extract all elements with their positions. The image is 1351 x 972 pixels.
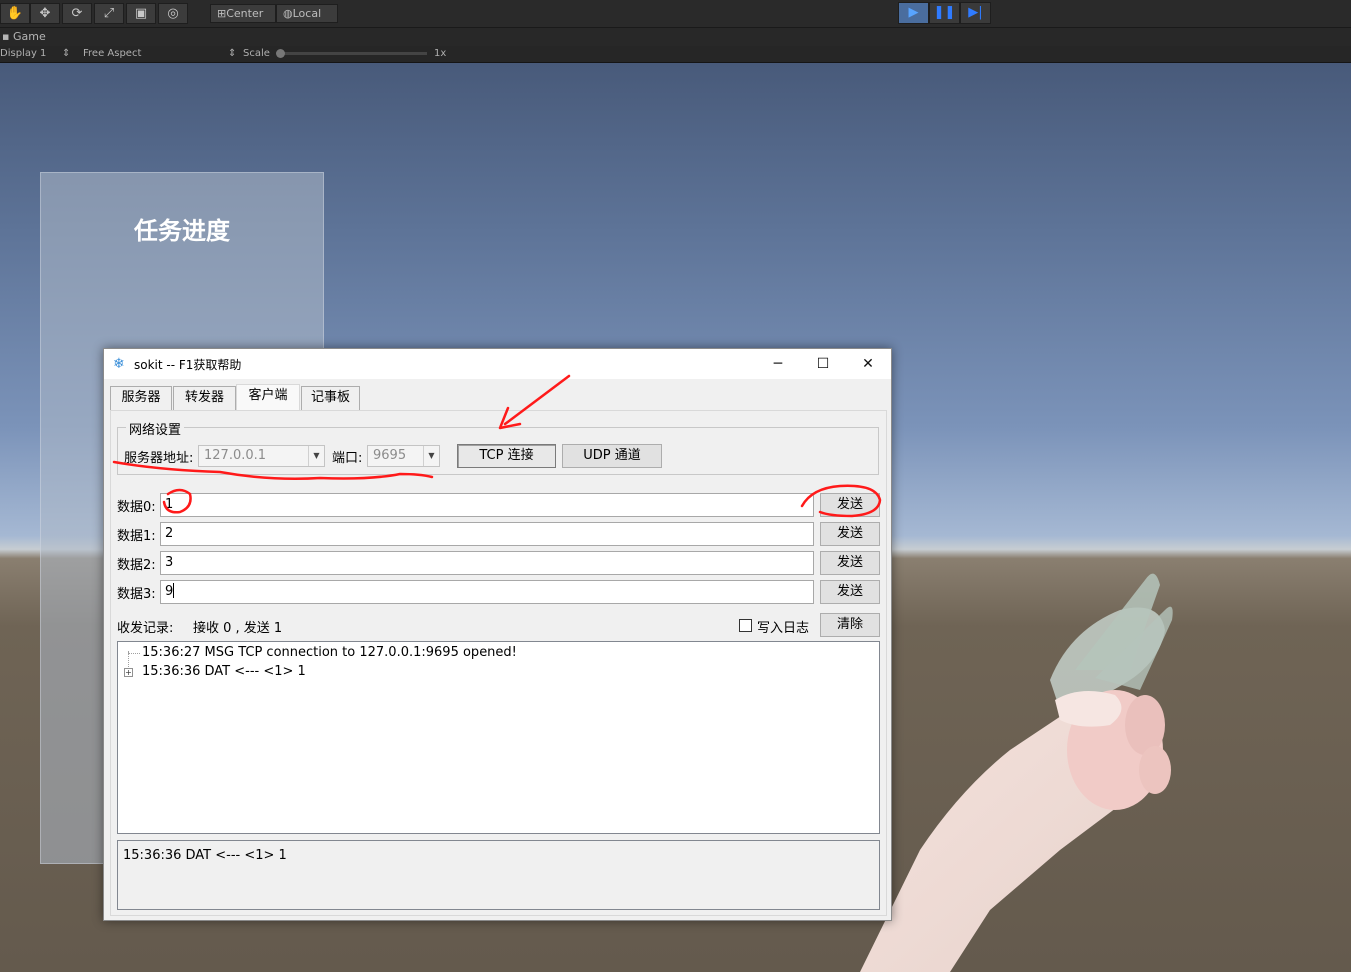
udp-channel-button[interactable]: UDP 通道 [562,444,662,468]
server-address-value: 127.0.0.1 [204,448,267,463]
aspect-dropdown[interactable]: Free Aspect [83,46,141,62]
unity-toolbar: ✋ ✥ ⟳ ⤢ ▣ ◎ ⊞Center ◍Local ▶ ❚❚ ▶| [0,0,1351,28]
tcp-connect-button[interactable]: TCP 连接 [457,444,556,468]
display-dropdown[interactable]: Display 1 [0,46,46,62]
server-address-label: 服务器地址: [124,451,194,466]
window-title: sokit -- F1获取帮助 [134,358,242,372]
scale-slider[interactable] [277,52,427,55]
send2-button[interactable]: 发送 [820,551,880,575]
data2-label: 数据2: [117,558,156,573]
scale-value: 1x [434,48,447,59]
send1-button[interactable]: 发送 [820,522,880,546]
pivot-local-toggle[interactable]: ◍Local [276,4,338,23]
rotate-tool-icon[interactable]: ⟳ [62,3,92,24]
tab-notepad[interactable]: 记事板 [301,386,360,410]
detail-box[interactable]: 15:36:36 DAT <--- <1> 1 [117,840,880,910]
send0-button[interactable]: 发送 [820,493,880,517]
game-tab-icon: ▪ [2,30,10,43]
port-value: 9695 [373,448,407,463]
pivot-center-label: Center [226,7,264,20]
server-address-combo[interactable]: 127.0.0.1 ▼ [198,445,325,467]
log-line[interactable]: 15:36:36 DAT <--- <1> 1 [142,664,306,679]
data2-input[interactable]: 3 [160,551,814,575]
data1-value: 2 [165,526,174,541]
tab-client[interactable]: 客户端 [236,384,300,411]
game-view-tab[interactable]: ▪ Game [0,28,1351,46]
transform-tool-icon[interactable]: ◎ [158,3,188,24]
text-caret [173,583,175,598]
detail-text: 15:36:36 DAT <--- <1> 1 [123,848,287,863]
aspect-dropdown-arrow-icon: ⇕ [228,48,237,59]
data3-label: 数据3: [117,587,156,602]
game-tab-label: Game [12,30,46,43]
port-combo[interactable]: 9695 ▼ [367,445,440,467]
chevron-down-icon[interactable]: ▼ [308,446,324,466]
expand-plus-icon[interactable]: + [124,668,133,677]
scale-label: Scale [243,48,270,59]
rect-tool-icon[interactable]: ▣ [126,3,156,24]
pause-button-icon[interactable]: ❚❚ [929,2,960,24]
clear-button[interactable]: 清除 [820,613,880,637]
record-stats: 接收 0 , 发送 1 [193,621,283,636]
scale-tool-icon[interactable]: ⤢ [94,3,124,24]
play-button-icon[interactable]: ▶ [898,2,929,24]
network-settings-group: 网络设置 服务器地址: 127.0.0.1 ▼ 端口: 9695 ▼ TCP 连… [117,419,879,475]
data3-input[interactable]: 9 [160,580,814,604]
data1-input[interactable]: 2 [160,522,814,546]
send3-button[interactable]: 发送 [820,580,880,604]
tree-connector [128,653,140,654]
log-tree[interactable]: + 15:36:27 MSG TCP connection to 127.0.0… [117,641,880,834]
hand-tool-icon[interactable]: ✋ [0,3,30,24]
display-dropdown-arrow-icon: ⇕ [62,48,71,59]
move-tool-icon[interactable]: ✥ [30,3,60,24]
chevron-down-icon[interactable]: ▼ [423,446,439,466]
minimize-icon[interactable]: ─ [755,349,801,379]
data2-value: 3 [165,555,174,570]
tab-forwarder[interactable]: 转发器 [173,386,236,410]
sokit-titlebar[interactable]: ❄ sokit -- F1获取帮助 ─ ☐ ✕ [104,349,891,379]
write-log-label: 写入日志 [757,621,810,636]
write-log-checkbox[interactable] [739,619,752,632]
step-button-icon[interactable]: ▶| [960,2,991,24]
maximize-icon[interactable]: ☐ [800,349,846,379]
close-icon[interactable]: ✕ [845,349,891,379]
tab-server[interactable]: 服务器 [110,386,172,410]
data0-input[interactable]: 1 [160,493,814,517]
record-label: 收发记录: [117,621,174,636]
client-tab-page: 网络设置 服务器地址: 127.0.0.1 ▼ 端口: 9695 ▼ TCP 连… [110,410,887,916]
data3-value: 9 [165,584,174,599]
sokit-window: ❄ sokit -- F1获取帮助 ─ ☐ ✕ 服务器 转发器 客户端 记事板 … [103,348,892,921]
network-settings-label: 网络设置 [126,419,185,438]
pivot-center-toggle[interactable]: ⊞Center [210,4,276,23]
pivot-local-label: Local [292,7,322,20]
sokit-app-icon: ❄ [113,356,125,372]
data0-value: 1 [165,497,174,512]
task-progress-title: 任务进度 [134,217,230,245]
port-label: 端口: [332,451,363,466]
scale-slider-thumb[interactable] [276,49,285,58]
log-line[interactable]: 15:36:27 MSG TCP connection to 127.0.0.1… [142,645,517,660]
vr-hand-model [860,573,1173,972]
game-view-controlbar: Display 1 ⇕ Free Aspect ⇕ Scale 1x [0,46,1351,63]
data1-label: 数据1: [117,529,156,544]
data0-label: 数据0: [117,500,156,515]
